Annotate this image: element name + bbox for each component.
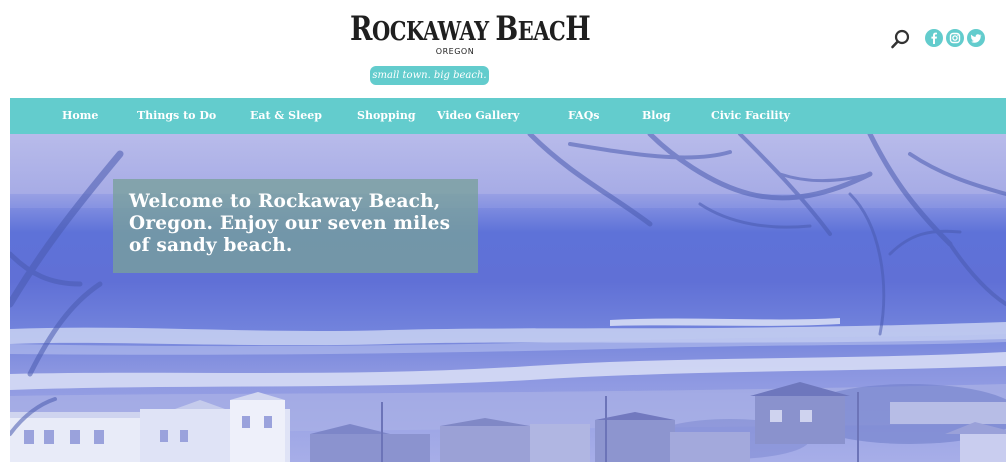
instagram-icon[interactable] [946, 29, 964, 47]
nav-item-eat-sleep[interactable]: Eat & Sleep [250, 98, 322, 134]
site-logo[interactable]: ROCKAWAY BEACH OREGON small town. big be… [350, 9, 591, 90]
logo-title: ROCKAWAY BEACH [350, 9, 591, 49]
logo-tagline: small town. big beach. [370, 66, 489, 85]
welcome-message-box: Welcome to Rockaway Beach, Oregon. Enjoy… [113, 179, 478, 273]
nav-item-blog[interactable]: Blog [642, 98, 671, 134]
hero-banner: Welcome to Rockaway Beach, Oregon. Enjoy… [10, 134, 1006, 462]
nav-item-shopping[interactable]: Shopping [357, 98, 416, 134]
nav-item-things-to-do[interactable]: Things to Do [137, 98, 216, 134]
nav-item-civic-facility[interactable]: Civic Facility [711, 98, 790, 134]
search-icon[interactable] [890, 28, 912, 50]
welcome-message: Welcome to Rockaway Beach, Oregon. Enjoy… [129, 191, 451, 256]
nav-item-video-gallery[interactable]: Video Gallery [437, 98, 519, 134]
nav-item-faqs[interactable]: FAQs [568, 98, 599, 134]
site-header: ROCKAWAY BEACH OREGON small town. big be… [10, 0, 1006, 98]
facebook-icon[interactable] [925, 29, 943, 47]
nav-item-home[interactable]: Home [62, 98, 98, 134]
twitter-icon[interactable] [967, 29, 985, 47]
main-nav: Home Things to Do Eat & Sleep Shopping V… [10, 98, 1006, 134]
